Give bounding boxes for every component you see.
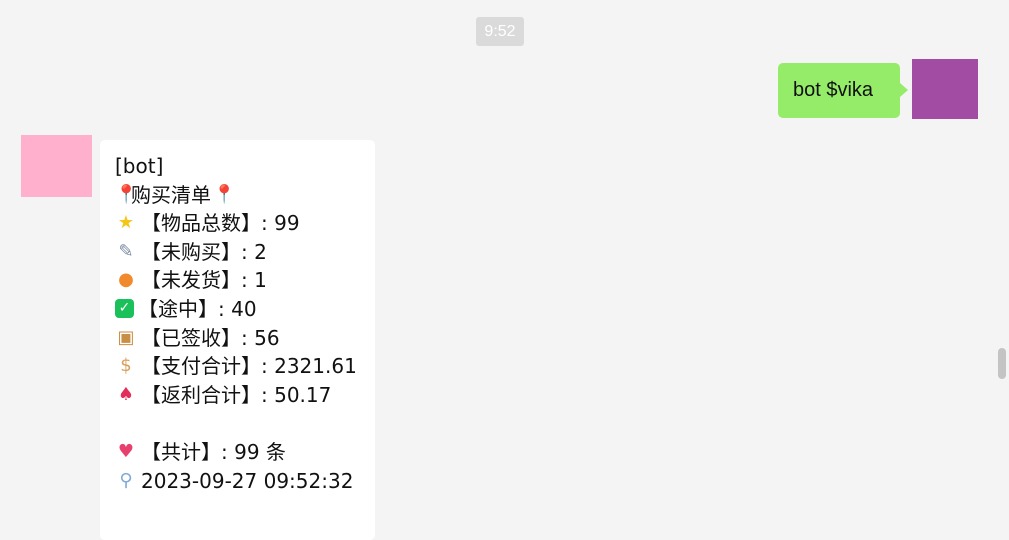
scrollbar-thumb[interactable] bbox=[998, 348, 1006, 379]
memo-icon: ✎ bbox=[118, 240, 134, 262]
signed-text: 【已签收】: 56 bbox=[141, 325, 280, 350]
list-title-line: 📍购买清单 📍 bbox=[115, 181, 375, 210]
list-item: ✎ 【未购买】: 2 bbox=[115, 238, 375, 267]
list-item: ★ 【物品总数】: 99 bbox=[115, 209, 375, 238]
item-total-text: 【物品总数】: 99 bbox=[141, 211, 300, 236]
datetime-text: 2023-09-27 09:52:32 bbox=[141, 468, 354, 493]
total-line: ♥ 【共计】: 99 条 bbox=[115, 438, 375, 467]
pin-icon: 📍 bbox=[115, 183, 138, 205]
list-item: ● 【未发货】: 1 bbox=[115, 266, 375, 295]
in-transit-text: 【途中】: 40 bbox=[138, 296, 257, 321]
check-icon: ✓ bbox=[115, 298, 134, 318]
total-text: 【共计】: 99 条 bbox=[141, 439, 286, 464]
list-item: ♠ 【返利合计】: 50.17 bbox=[115, 381, 375, 410]
outgoing-message-text: bot $vika bbox=[793, 79, 874, 101]
user-avatar[interactable] bbox=[912, 59, 978, 119]
star-icon: ★ bbox=[117, 212, 135, 234]
datetime-line: ⚲ 2023-09-27 09:52:32 bbox=[115, 467, 375, 496]
pin-icon: 📍 bbox=[213, 183, 236, 205]
pushpin-icon: ⚲ bbox=[119, 469, 133, 491]
list-item: $ 【支付合计】: 2321.61 bbox=[115, 352, 375, 381]
peach-icon: ● bbox=[118, 269, 134, 291]
bot-avatar[interactable] bbox=[21, 135, 92, 197]
list-title: 购买清单 bbox=[131, 182, 211, 207]
incoming-message-bubble[interactable]: [bot] 📍购买清单 📍 ★ 【物品总数】: 99 ✎ 【未购买】: 2 ● 【未发货… bbox=[100, 140, 375, 540]
rebate-total-text: 【返利合计】: 50.17 bbox=[141, 382, 332, 407]
tulip-icon: ♠ bbox=[117, 383, 135, 405]
package-icon: ▣ bbox=[117, 326, 135, 348]
unshipped-text: 【未发货】: 1 bbox=[141, 268, 267, 293]
list-item: ▣ 【已签收】: 56 bbox=[115, 324, 375, 353]
outgoing-message-bubble[interactable]: bot $vika bbox=[778, 63, 908, 118]
message-timestamp: 9:52 bbox=[476, 17, 524, 46]
money-bag-icon: $ bbox=[120, 355, 132, 377]
hearts-icon: ♥ bbox=[117, 440, 135, 462]
payment-total-text: 【支付合计】: 2321.61 bbox=[141, 354, 357, 379]
list-item: ✓ 【途中】: 40 bbox=[115, 295, 375, 324]
bot-header: [bot] bbox=[115, 154, 164, 178]
unpurchased-text: 【未购买】: 2 bbox=[141, 239, 267, 264]
